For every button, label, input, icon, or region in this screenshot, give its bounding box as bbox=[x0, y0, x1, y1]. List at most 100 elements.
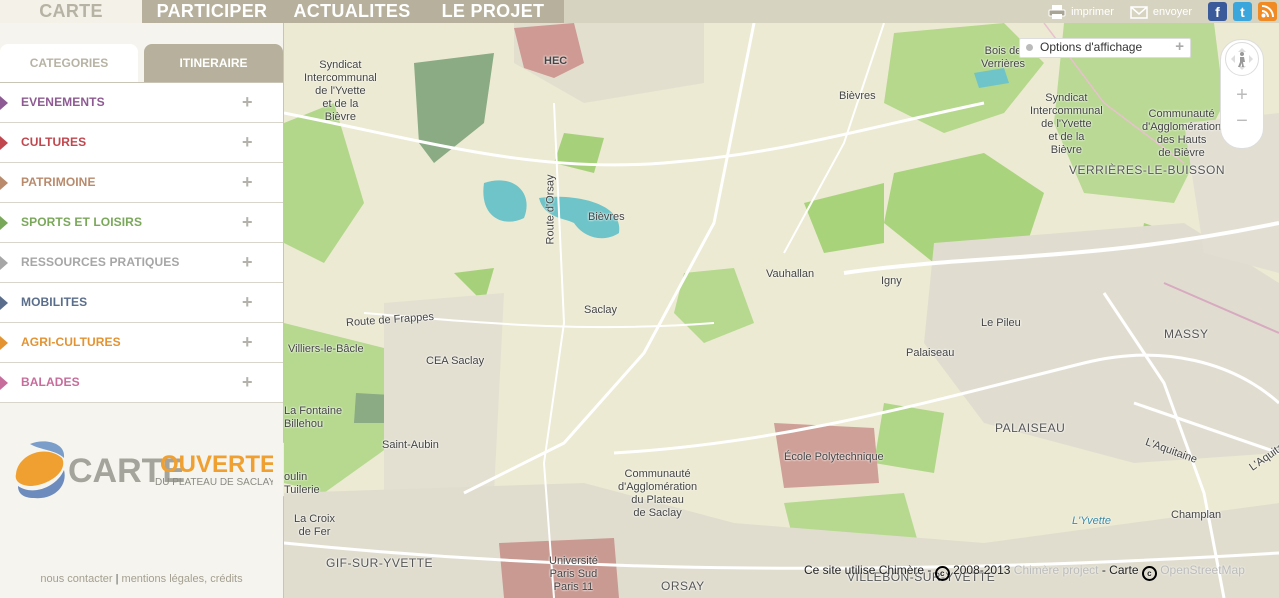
tab-carte[interactable]: CARTE bbox=[0, 0, 142, 23]
category-arrow-icon bbox=[0, 296, 8, 310]
send-label: envoyer bbox=[1152, 5, 1192, 18]
category-label: CULTURES bbox=[21, 135, 87, 149]
facebook-icon[interactable]: f bbox=[1208, 2, 1227, 21]
chimere-project-link[interactable]: Chimère project bbox=[1014, 563, 1099, 577]
category-label: MOBILITES bbox=[21, 295, 88, 309]
attribution-years: 2008-2013 bbox=[953, 563, 1011, 577]
expand-plus-icon[interactable]: + bbox=[242, 83, 253, 122]
attribution-carte: - Carte bbox=[1098, 563, 1142, 577]
place-champlan: Champlan bbox=[1171, 509, 1222, 521]
place-universite-paris-sud: Université Paris Sud Paris 11 bbox=[549, 555, 598, 593]
category-label: EVENEMENTS bbox=[21, 95, 105, 109]
top-navigation: CARTE PARTICIPER ACTUALITES LE PROJET im… bbox=[0, 0, 1279, 23]
place-la-croix-de-fer: La Croix de Fer bbox=[294, 513, 335, 538]
send-button[interactable]: envoyer bbox=[1130, 5, 1192, 19]
print-label: imprimer bbox=[1071, 5, 1114, 18]
map-attribution: Ce site utilise Chimère - c 2008-2013 Ch… bbox=[804, 563, 1245, 581]
category-label: RESSOURCES PRATIQUES bbox=[21, 255, 180, 269]
category-label: SPORTS ET LOISIRS bbox=[21, 215, 143, 229]
openstreetmap-link[interactable]: OpenStreetMap bbox=[1160, 563, 1245, 577]
place-bievres: Bièvres bbox=[588, 211, 625, 223]
logo-subtitle: DU PLATEAU DE SACLAY bbox=[155, 477, 273, 488]
place-cea-saclay: CEA Saclay bbox=[426, 355, 485, 367]
map-view[interactable]: HEC Syndicat Intercommunal de l'Yvette e… bbox=[284, 23, 1279, 598]
place-route-orsay: Route d'Orsay bbox=[544, 174, 557, 245]
category-label: BALADES bbox=[21, 375, 80, 389]
expand-plus-icon[interactable]: + bbox=[242, 283, 253, 322]
category-balades[interactable]: BALADES + bbox=[0, 363, 283, 403]
place-ecole-polytechnique: École Polytechnique bbox=[784, 451, 884, 463]
options-plus-icon: + bbox=[1175, 38, 1184, 55]
tab-le-projet[interactable]: LE PROJET bbox=[422, 0, 564, 23]
place-le-pileu: Le Pileu bbox=[981, 317, 1021, 329]
place-igny: Igny bbox=[881, 275, 902, 287]
category-arrow-icon bbox=[0, 256, 8, 270]
category-arrow-icon bbox=[0, 376, 8, 390]
legal-link[interactable]: mentions légales, crédits bbox=[122, 573, 243, 585]
zoom-control: + − bbox=[1220, 39, 1264, 149]
pegman-icon bbox=[1231, 48, 1253, 70]
place-syndicat-right: Syndicat Intercommunal de l'Yvette et de… bbox=[1030, 92, 1103, 156]
tab-participer[interactable]: PARTICIPER bbox=[142, 0, 282, 23]
copyleft-icon: c bbox=[934, 566, 950, 581]
place-orsay: ORSAY bbox=[661, 579, 705, 593]
place-communaute-hauts-bievre: Communauté d'Agglomération des Hauts de … bbox=[1142, 108, 1222, 159]
place-bievres-top: Bièvres bbox=[839, 90, 876, 102]
category-mobilites[interactable]: MOBILITES + bbox=[0, 283, 283, 323]
place-palaiseau: PALAISEAU bbox=[995, 421, 1066, 435]
expand-plus-icon[interactable]: + bbox=[242, 323, 253, 362]
tab-itineraire[interactable]: ITINERAIRE bbox=[144, 44, 283, 82]
sidebar-footer: nous contacter | mentions légales, crédi… bbox=[0, 573, 283, 585]
category-agri-cultures[interactable]: AGRI-CULTURES + bbox=[0, 323, 283, 363]
category-arrow-icon bbox=[0, 336, 8, 350]
category-patrimoine[interactable]: PATRIMOINE + bbox=[0, 163, 283, 203]
place-verrieres-le-buisson: VERRIÈRES-LE-BUISSON bbox=[1069, 163, 1226, 177]
tab-actualites[interactable]: ACTUALITES bbox=[282, 0, 422, 23]
category-label: AGRI-CULTURES bbox=[21, 335, 121, 349]
expand-plus-icon[interactable]: + bbox=[242, 363, 253, 402]
place-syndicat-left: Syndicat Intercommunal de l'Yvette et de… bbox=[304, 59, 377, 123]
category-arrow-icon bbox=[0, 216, 8, 230]
category-label: PATRIMOINE bbox=[21, 175, 96, 189]
place-vauhallan: Vauhallan bbox=[766, 268, 815, 280]
expand-plus-icon[interactable]: + bbox=[242, 203, 253, 242]
place-villiers-le-bacle: Villiers-le-Bâcle bbox=[288, 343, 364, 355]
category-arrow-icon bbox=[0, 176, 8, 190]
place-yvette: L'Yvette bbox=[1072, 515, 1111, 527]
copyleft-icon: c bbox=[1141, 566, 1157, 581]
tab-categories[interactable]: CATEGORIES bbox=[0, 44, 138, 82]
toolbar: imprimer envoyer f t bbox=[1048, 0, 1279, 23]
logo-word-ouverte: OUVERTE bbox=[160, 451, 273, 478]
carte-ouverte-logo: CARTE OUVERTE DU PLATEAU DE SACLAY bbox=[8, 436, 276, 516]
category-sports-loisirs[interactable]: SPORTS ET LOISIRS + bbox=[0, 203, 283, 243]
expand-plus-icon[interactable]: + bbox=[242, 163, 253, 202]
category-cultures[interactable]: CULTURES + bbox=[0, 123, 283, 163]
sidebar-tabs: CATEGORIES ITINERAIRE bbox=[0, 44, 283, 82]
print-button[interactable]: imprimer bbox=[1048, 4, 1114, 20]
place-moulin-tuilerie: oulin Tuilerie bbox=[284, 471, 320, 496]
place-saclay: Saclay bbox=[584, 304, 618, 316]
options-dot-icon bbox=[1026, 44, 1033, 51]
zoom-out-button[interactable]: − bbox=[1221, 110, 1263, 133]
zoom-in-button[interactable]: + bbox=[1221, 84, 1263, 107]
envelope-icon bbox=[1130, 5, 1148, 19]
sidebar: CATEGORIES ITINERAIRE EVENEMENTS + CULTU… bbox=[0, 23, 284, 598]
twitter-icon[interactable]: t bbox=[1233, 2, 1252, 21]
expand-plus-icon[interactable]: + bbox=[242, 243, 253, 282]
display-options-button[interactable]: Options d'affichage + bbox=[1019, 38, 1191, 58]
contact-link[interactable]: nous contacter bbox=[40, 573, 112, 585]
category-arrow-icon bbox=[0, 96, 8, 110]
expand-plus-icon[interactable]: + bbox=[242, 123, 253, 162]
category-list: EVENEMENTS + CULTURES + PATRIMOINE + SPO… bbox=[0, 82, 283, 403]
place-saint-aubin: Saint-Aubin bbox=[382, 439, 439, 451]
place-massy: MASSY bbox=[1164, 327, 1209, 341]
options-label: Options d'affichage bbox=[1040, 40, 1143, 54]
place-communaute-plateau-saclay: Communauté d'Agglomération du Plateau de… bbox=[618, 468, 698, 519]
category-evenements[interactable]: EVENEMENTS + bbox=[0, 83, 283, 123]
place-gif-sur-yvette: GIF-SUR-YVETTE bbox=[326, 556, 434, 570]
print-icon bbox=[1048, 4, 1066, 19]
place-hec: HEC bbox=[544, 55, 568, 67]
category-ressources-pratiques[interactable]: RESSOURCES PRATIQUES + bbox=[0, 243, 283, 283]
rss-icon[interactable] bbox=[1258, 2, 1277, 21]
pan-control[interactable] bbox=[1225, 42, 1259, 76]
